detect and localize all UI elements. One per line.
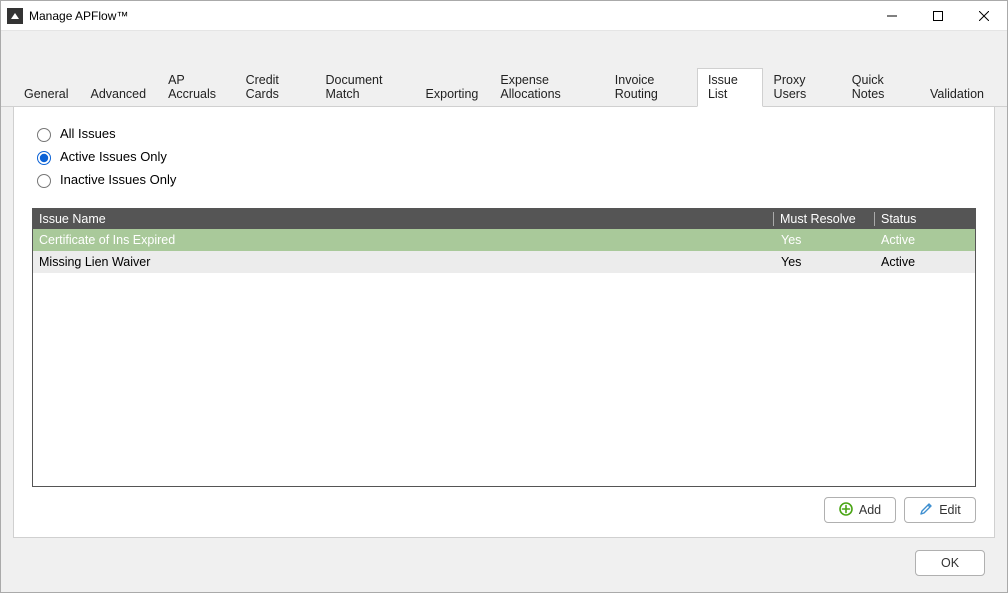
table-row[interactable]: Certificate of Ins Expired Yes Active: [33, 229, 975, 251]
radio-inactive-issues-input[interactable]: [37, 174, 51, 188]
app-window: Manage APFlow™ General Advanced AP Accru…: [0, 0, 1008, 593]
titlebar: Manage APFlow™: [1, 1, 1007, 31]
tab-validation[interactable]: Validation: [919, 82, 995, 106]
tab-expense-allocations[interactable]: Expense Allocations: [489, 68, 603, 106]
issues-grid: Issue Name Must Resolve Status Certifica…: [32, 208, 976, 487]
edit-button[interactable]: Edit: [904, 497, 976, 523]
grid-action-buttons: Add Edit: [32, 497, 976, 523]
radio-inactive-issues-label: Inactive Issues Only: [60, 172, 176, 187]
tab-quick-notes[interactable]: Quick Notes: [841, 68, 919, 106]
radio-active-issues[interactable]: Active Issues Only: [32, 148, 976, 165]
dialog-footer: OK: [1, 538, 1007, 592]
window-controls: [869, 1, 1007, 31]
radio-active-issues-input[interactable]: [37, 151, 51, 165]
cell-status: Active: [875, 231, 975, 249]
close-button[interactable]: [961, 1, 1007, 31]
add-button-label: Add: [859, 503, 881, 517]
ok-button-label: OK: [941, 556, 959, 570]
tab-advanced[interactable]: Advanced: [79, 82, 157, 106]
col-header-issue-name[interactable]: Issue Name: [33, 210, 773, 228]
edit-button-label: Edit: [939, 503, 961, 517]
pencil-icon: [919, 502, 933, 519]
radio-active-issues-label: Active Issues Only: [60, 149, 167, 164]
grid-header: Issue Name Must Resolve Status: [33, 209, 975, 229]
filter-radios: All Issues Active Issues Only Inactive I…: [32, 125, 976, 194]
tab-strip: General Advanced AP Accruals Credit Card…: [1, 83, 1007, 107]
grid-body[interactable]: Certificate of Ins Expired Yes Active Mi…: [33, 229, 975, 486]
radio-all-issues[interactable]: All Issues: [32, 125, 976, 142]
tab-panel: All Issues Active Issues Only Inactive I…: [13, 107, 995, 538]
tab-exporting[interactable]: Exporting: [415, 82, 490, 106]
tab-proxy-users[interactable]: Proxy Users: [763, 68, 841, 106]
table-row[interactable]: Missing Lien Waiver Yes Active: [33, 251, 975, 273]
cell-issue-name: Missing Lien Waiver: [33, 253, 775, 271]
add-button[interactable]: Add: [824, 497, 896, 523]
tab-document-match[interactable]: Document Match: [315, 68, 415, 106]
app-icon: [7, 8, 23, 24]
minimize-button[interactable]: [869, 1, 915, 31]
tab-credit-cards[interactable]: Credit Cards: [235, 68, 315, 106]
tab-ap-accruals[interactable]: AP Accruals: [157, 68, 234, 106]
tab-invoice-routing[interactable]: Invoice Routing: [604, 68, 697, 106]
maximize-button[interactable]: [915, 1, 961, 31]
radio-all-issues-input[interactable]: [37, 128, 51, 142]
window-title: Manage APFlow™: [29, 9, 128, 23]
cell-must-resolve: Yes: [775, 231, 875, 249]
cell-issue-name: Certificate of Ins Expired: [33, 231, 775, 249]
plus-circle-icon: [839, 502, 853, 519]
cell-must-resolve: Yes: [775, 253, 875, 271]
radio-all-issues-label: All Issues: [60, 126, 116, 141]
radio-inactive-issues[interactable]: Inactive Issues Only: [32, 171, 976, 188]
tab-issue-list[interactable]: Issue List: [697, 68, 763, 107]
col-header-must-resolve[interactable]: Must Resolve: [774, 210, 874, 228]
ok-button[interactable]: OK: [915, 550, 985, 576]
cell-status: Active: [875, 253, 975, 271]
col-header-status[interactable]: Status: [875, 210, 975, 228]
tab-general[interactable]: General: [13, 82, 79, 106]
